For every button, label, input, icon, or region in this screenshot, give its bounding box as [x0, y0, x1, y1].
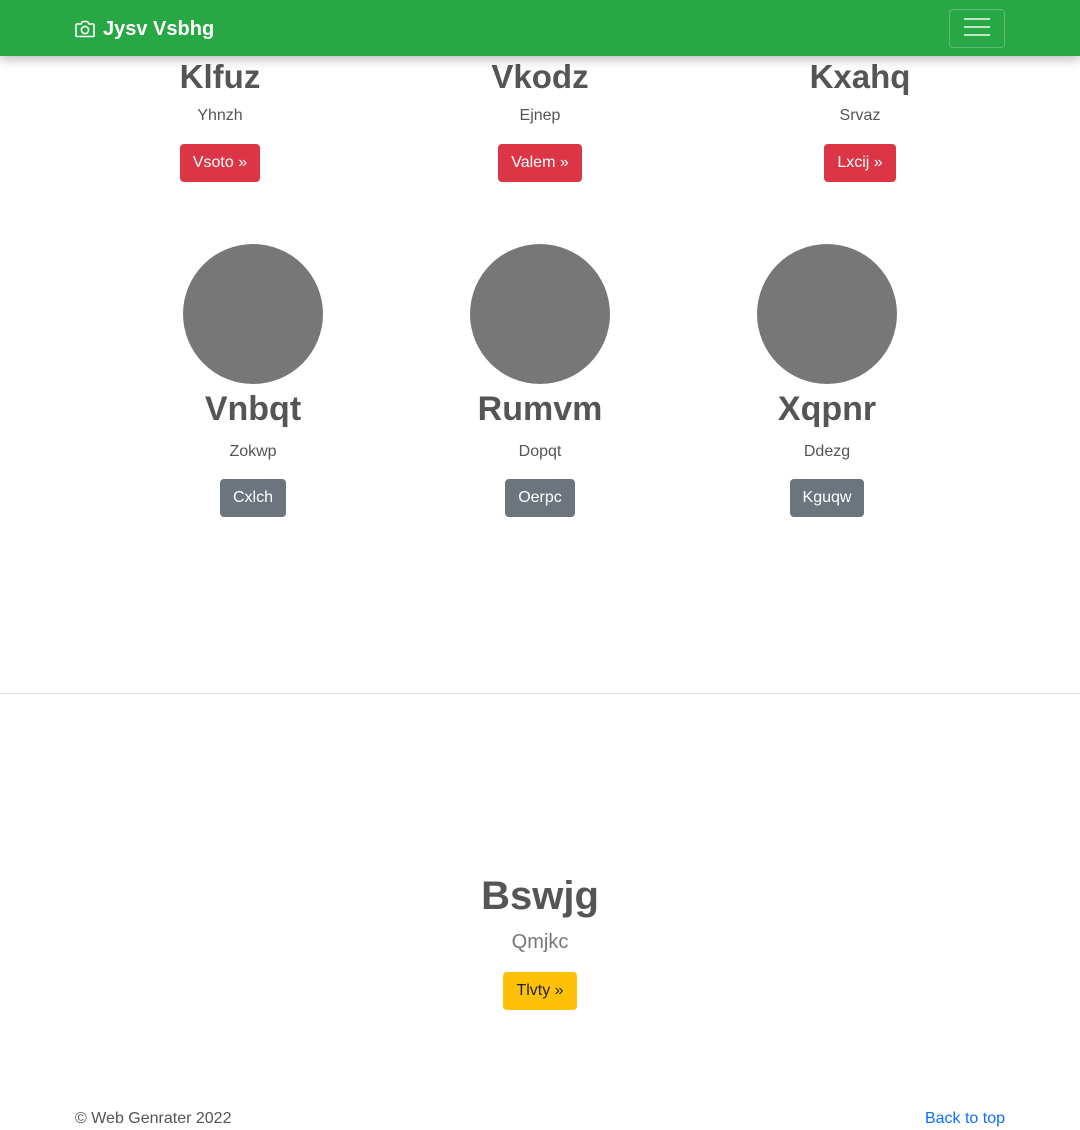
feature-title: Kxahq — [809, 58, 911, 95]
feature-subtitle: Ejnep — [519, 107, 561, 124]
marketing-column: Vnbqt Zokwp Cxlch — [103, 244, 403, 517]
feature-button[interactable]: Vsoto » — [179, 144, 261, 182]
section-divider — [0, 693, 1080, 694]
placeholder-image — [470, 244, 610, 384]
back-to-top-link[interactable]: Back to top — [925, 1108, 1005, 1130]
feature-column: Klfuz Yhnzh Vsoto » — [70, 57, 370, 182]
placeholder-image — [757, 244, 897, 384]
marketing-button[interactable]: Kguqw — [789, 479, 865, 517]
feature-column: Vkodz Ejnep Valem » — [390, 57, 690, 182]
marketing-title: Vnbqt — [204, 390, 302, 428]
feature-button[interactable]: Valem » — [498, 144, 582, 182]
navbar-toggle-button[interactable] — [949, 9, 1005, 48]
marketing-button[interactable]: Cxlch — [219, 479, 286, 517]
footer-copyright: © Web Genrater 2022 — [75, 1110, 232, 1127]
marketing-button[interactable]: Oerpc — [505, 479, 575, 517]
marketing-subtitle: Dopqt — [518, 443, 562, 460]
marketing-subtitle: Zokwp — [229, 443, 277, 460]
feature-title: Klfuz — [179, 58, 261, 95]
feature-column: Kxahq Srvaz Lxcij » — [710, 57, 1010, 182]
hero-button[interactable]: Tlvty » — [503, 972, 577, 1010]
marketing-subtitle: Ddezg — [803, 443, 851, 460]
placeholder-image — [183, 244, 323, 384]
brand-link[interactable]: Jysv Vsbhg — [75, 16, 214, 42]
feature-button[interactable]: Lxcij » — [824, 144, 896, 182]
feature-subtitle: Srvaz — [839, 107, 881, 124]
marketing-column: Rumvm Dopqt Oerpc — [390, 244, 690, 517]
hero-title: Bswjg — [481, 874, 599, 918]
marketing-title: Xqpnr — [777, 390, 877, 428]
hamburger-menu-icon — [963, 16, 991, 41]
brand-name: Jysv Vsbhg — [103, 17, 215, 40]
marketing-title: Rumvm — [477, 390, 603, 428]
marketing-column: Xqpnr Ddezg Kguqw — [677, 244, 977, 517]
hero-subtitle: Qmjkc — [511, 931, 569, 953]
camera-icon — [75, 20, 95, 38]
navbar: Jysv Vsbhg — [0, 0, 1080, 56]
feature-title: Vkodz — [491, 58, 589, 95]
feature-subtitle: Yhnzh — [197, 107, 243, 124]
hero-section: Bswjg Qmjkc Tlvty » — [0, 873, 1080, 1010]
